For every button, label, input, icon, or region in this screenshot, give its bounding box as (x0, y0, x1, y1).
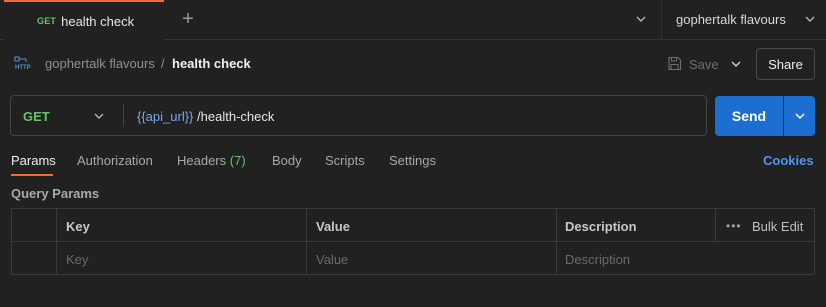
request-tab-health-check[interactable]: GET health check (4, 0, 164, 40)
divider (123, 104, 124, 127)
headers-count-badge: (7) (229, 153, 246, 168)
breadcrumb-separator: / (161, 56, 165, 71)
tab-method-badge: GET (37, 16, 57, 26)
save-options-chevron-down-icon[interactable] (728, 56, 744, 72)
save-icon (668, 56, 682, 71)
send-options-button[interactable] (784, 96, 815, 136)
column-header-description: Description (565, 219, 637, 234)
tabs-chevron-down-icon[interactable] (633, 11, 649, 27)
tab-body[interactable]: Body (272, 153, 302, 168)
tab-headers-label: Headers (177, 153, 227, 168)
breadcrumb-request-title[interactable]: health check (172, 56, 251, 71)
url-variable: {{api_url}} (137, 109, 194, 124)
tab-authorization[interactable]: Authorization (77, 153, 153, 168)
tab-settings[interactable]: Settings (389, 153, 436, 168)
query-params-heading: Query Params (11, 186, 100, 201)
send-button[interactable]: Send (715, 96, 783, 136)
param-description-input[interactable]: Description (565, 252, 630, 267)
save-button[interactable]: Save (689, 57, 719, 72)
param-key-input[interactable]: Key (66, 252, 88, 267)
tab-title: health check (61, 13, 135, 29)
url-path: /health-check (197, 109, 275, 124)
tab-params[interactable]: Params (11, 153, 56, 168)
param-value-input[interactable]: Value (316, 252, 348, 267)
svg-text:HTTP: HTTP (15, 65, 31, 71)
tab-bar: GET health check + gophertalk flavours (0, 0, 826, 40)
method-value: GET (23, 109, 50, 124)
breadcrumb-collection[interactable]: gophertalk flavours (45, 56, 155, 71)
request-url-bar: GET {{api_url}} /health-check (10, 95, 707, 136)
cookies-link[interactable]: Cookies (763, 153, 814, 168)
tab-headers[interactable]: Headers (7) (177, 153, 246, 168)
new-tab-plus-icon[interactable]: + (178, 9, 198, 29)
tab-scripts[interactable]: Scripts (325, 153, 365, 168)
environment-selector[interactable]: gophertalk flavours (676, 12, 786, 27)
table-row: Key Value Description (12, 242, 814, 275)
bulk-edit-button[interactable]: Bulk Edit (752, 219, 803, 234)
http-request-icon: HTTP (14, 56, 31, 71)
more-options-icon[interactable]: ••• (726, 219, 742, 233)
column-header-key: Key (66, 219, 90, 234)
column-header-value: Value (316, 219, 350, 234)
query-params-table: Key Value Description ••• Bulk Edit Key … (11, 208, 815, 275)
url-input[interactable]: {{api_url}} /health-check (137, 109, 274, 124)
divider (661, 0, 662, 40)
method-select[interactable]: GET (11, 96, 123, 135)
active-tab-indicator (11, 174, 53, 176)
share-button[interactable]: Share (756, 48, 815, 80)
table-header-row: Key Value Description ••• Bulk Edit (12, 209, 814, 242)
method-chevron-down-icon (94, 113, 104, 119)
send-chevron-down-icon (795, 113, 805, 120)
environment-chevron-down-icon[interactable] (802, 11, 818, 27)
